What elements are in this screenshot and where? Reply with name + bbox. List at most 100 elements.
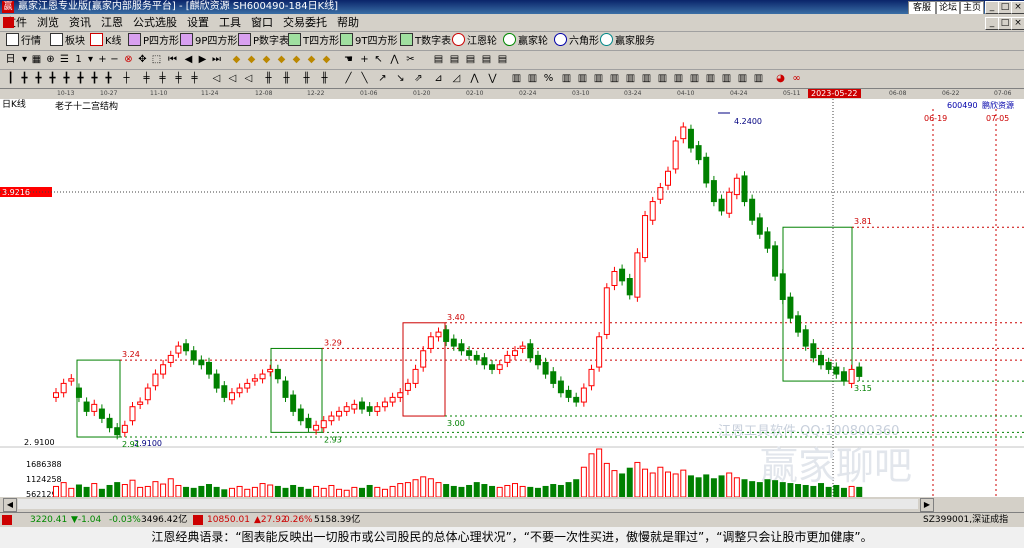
menu-browse[interactable]: 浏览 xyxy=(32,14,64,31)
bars-1-icon[interactable]: ┃ xyxy=(4,72,17,85)
indicator-8-icon[interactable]: ▥ xyxy=(640,72,653,85)
bars-5-icon[interactable]: ╋ xyxy=(60,72,73,85)
maximize-icon[interactable]: □ xyxy=(998,1,1012,14)
t-number-table-button[interactable]: T数字表 xyxy=(400,33,451,49)
gann-line-9-icon[interactable]: ⋁ xyxy=(486,72,499,85)
fan-1-icon[interactable]: ◁ xyxy=(210,72,223,85)
9p-square-button[interactable]: 9P四方形 xyxy=(180,33,237,49)
bars-6-icon[interactable]: ╋ xyxy=(74,72,87,85)
diamond-2-icon[interactable]: ◆ xyxy=(245,53,258,66)
menu-trade[interactable]: 交易委托 xyxy=(278,14,332,31)
ruler-icon[interactable]: ┼ xyxy=(120,72,133,85)
zigzag-icon[interactable]: ⋀ xyxy=(388,53,401,66)
winner-wheel-button[interactable]: 赢家轮 xyxy=(503,33,548,49)
menu-settings[interactable]: 设置 xyxy=(182,14,214,31)
bars-7-icon[interactable]: ╋ xyxy=(88,72,101,85)
homepage-button[interactable]: 主页 xyxy=(960,1,984,15)
zoom-icon[interactable]: ⊕ xyxy=(44,53,57,66)
hand-icon[interactable]: ☚ xyxy=(342,53,355,66)
next-icon[interactable]: ▶ xyxy=(196,53,209,66)
table-1-icon[interactable]: ▤ xyxy=(432,53,445,66)
cut-icon[interactable]: ✂ xyxy=(404,53,417,66)
gann-line-5-icon[interactable]: ⇗ xyxy=(412,72,425,85)
table-2-icon[interactable]: ▤ xyxy=(448,53,461,66)
menu-window[interactable]: 窗口 xyxy=(246,14,278,31)
gann-line-1-icon[interactable]: ╱ xyxy=(342,72,355,85)
diamond-6-icon[interactable]: ◆ xyxy=(305,53,318,66)
list-icon[interactable]: ☰ xyxy=(58,53,71,66)
child-restore-icon[interactable]: □ xyxy=(998,17,1012,30)
hexagon-button[interactable]: 六角形 xyxy=(554,33,599,49)
p-number-table-button[interactable]: P数字表 xyxy=(238,33,289,49)
indicator-13-icon[interactable]: ▥ xyxy=(720,72,733,85)
indicator-3-icon[interactable]: ▥ xyxy=(560,72,573,85)
scroll-track[interactable] xyxy=(18,499,918,509)
crosshair-icon[interactable]: + xyxy=(358,53,371,66)
diamond-4-icon[interactable]: ◆ xyxy=(275,53,288,66)
scale-1-icon[interactable]: ╪ xyxy=(140,72,153,85)
indicator-7-icon[interactable]: ▥ xyxy=(624,72,637,85)
customer-service-button[interactable]: 客服 xyxy=(908,1,936,15)
indicator-12-icon[interactable]: ▥ xyxy=(704,72,717,85)
child-minimize-icon[interactable]: _ xyxy=(985,17,999,30)
diamond-5-icon[interactable]: ◆ xyxy=(290,53,303,66)
pie-icon[interactable]: ◕ xyxy=(774,72,787,85)
bars-4-icon[interactable]: ╋ xyxy=(46,72,59,85)
last-icon[interactable]: ⏭ xyxy=(210,53,223,66)
horizontal-scrollbar[interactable]: ◀ ▶ xyxy=(0,497,1024,512)
indicator-1-icon[interactable]: ▥ xyxy=(510,72,523,85)
bars-8-icon[interactable]: ╋ xyxy=(102,72,115,85)
scale-3-icon[interactable]: ╪ xyxy=(172,72,185,85)
diamond-1-icon[interactable]: ◆ xyxy=(230,53,243,66)
indicator-4-icon[interactable]: ▥ xyxy=(576,72,589,85)
indicator-14-icon[interactable]: ▥ xyxy=(736,72,749,85)
grid-icon[interactable]: ▦ xyxy=(30,53,43,66)
gann-line-6-icon[interactable]: ⊿ xyxy=(432,72,445,85)
quotes-button[interactable]: 行情 xyxy=(6,33,41,49)
split-3-icon[interactable]: ╫ xyxy=(300,72,313,85)
infinity-icon[interactable]: ∞ xyxy=(790,72,803,85)
bars-3-icon[interactable]: ╋ xyxy=(32,72,45,85)
gann-line-2-icon[interactable]: ╲ xyxy=(358,72,371,85)
fan-2-icon[interactable]: ◁ xyxy=(226,72,239,85)
gann-line-7-icon[interactable]: ◿ xyxy=(450,72,463,85)
winner-service-button[interactable]: 赢家服务 xyxy=(600,33,655,49)
table-4-icon[interactable]: ▤ xyxy=(480,53,493,66)
split-4-icon[interactable]: ╫ xyxy=(318,72,331,85)
gann-wheel-button[interactable]: 江恩轮 xyxy=(452,33,497,49)
menu-tools[interactable]: 工具 xyxy=(214,14,246,31)
indicator-11-icon[interactable]: ▥ xyxy=(688,72,701,85)
sector-button[interactable]: 板块 xyxy=(50,33,85,49)
minimize-icon[interactable]: _ xyxy=(985,1,999,14)
menu-help[interactable]: 帮助 xyxy=(332,14,364,31)
indicator-6-icon[interactable]: ▥ xyxy=(608,72,621,85)
scale-2-icon[interactable]: ╪ xyxy=(156,72,169,85)
gann-tool-icon[interactable]: ⊗ xyxy=(122,53,135,66)
scroll-left-icon[interactable]: ◀ xyxy=(3,498,17,512)
indicator-10-icon[interactable]: ▥ xyxy=(672,72,685,85)
indicator-2-icon[interactable]: ▥ xyxy=(526,72,539,85)
fan-3-icon[interactable]: ◁ xyxy=(242,72,255,85)
split-2-icon[interactable]: ╫ xyxy=(280,72,293,85)
kline-chart-area[interactable]: 日K线 老子十二宫结构 600490 鹏欣资源 06-19 07-05 3.92… xyxy=(0,99,1024,511)
kline-button[interactable]: K线 xyxy=(90,33,122,49)
table-3-icon[interactable]: ▤ xyxy=(464,53,477,66)
scroll-right-icon[interactable]: ▶ xyxy=(920,498,934,512)
diamond-7-icon[interactable]: ◆ xyxy=(320,53,333,66)
percent-icon[interactable]: % xyxy=(542,72,555,85)
gann-line-4-icon[interactable]: ↘ xyxy=(394,72,407,85)
menu-formula-select[interactable]: 公式选股 xyxy=(128,14,182,31)
forum-button[interactable]: 论坛 xyxy=(936,1,960,15)
menu-gann[interactable]: 江恩 xyxy=(96,14,128,31)
scale-4-icon[interactable]: ╪ xyxy=(188,72,201,85)
prev-icon[interactable]: ◀ xyxy=(182,53,195,66)
bars-2-icon[interactable]: ╋ xyxy=(18,72,31,85)
t-square-button[interactable]: T四方形 xyxy=(288,33,339,49)
9t-square-button[interactable]: 9T四方形 xyxy=(340,33,397,49)
indicator-15-icon[interactable]: ▥ xyxy=(752,72,765,85)
indicator-9-icon[interactable]: ▥ xyxy=(656,72,669,85)
p-square-button[interactable]: P四方形 xyxy=(128,33,179,49)
indicator-5-icon[interactable]: ▥ xyxy=(592,72,605,85)
cursor-icon[interactable]: ↖ xyxy=(372,53,385,66)
gann-line-3-icon[interactable]: ↗ xyxy=(376,72,389,85)
